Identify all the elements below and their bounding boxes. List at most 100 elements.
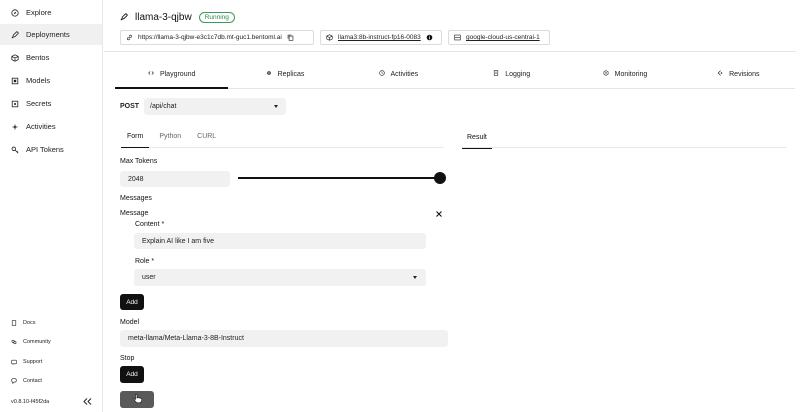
- tab-label: Playground: [159, 70, 196, 78]
- activity-icon: [11, 123, 19, 131]
- sidebar-item-secrets[interactable]: Secrets: [0, 93, 102, 114]
- tab-revisions[interactable]: Revisions: [682, 60, 795, 88]
- sidebar-item-explore[interactable]: Explore: [0, 2, 102, 23]
- subtab-form[interactable]: Form: [121, 126, 150, 148]
- replicas-icon: [266, 70, 272, 78]
- sidebar-item-models[interactable]: Models: [0, 70, 102, 91]
- role-label: Role *: [135, 258, 155, 265]
- footer-link-label: Community: [23, 339, 51, 345]
- sidebar-item-label: Secrets: [26, 99, 52, 108]
- footer-link-label: Contact: [23, 378, 42, 384]
- max-tokens-slider-thumb[interactable]: [434, 172, 446, 184]
- sidebar-item-label: Deployments: [26, 30, 70, 39]
- tab-label: Monitoring: [614, 70, 648, 78]
- version-label: v0.8.10-f45f2da: [11, 399, 50, 405]
- key-icon: [11, 146, 19, 154]
- tab-playground[interactable]: Playground: [115, 60, 229, 89]
- endpoint-url-chip[interactable]: https://llama-3-qjbw-e3c1c7db.mt-guc1.be…: [120, 30, 314, 45]
- tab-label: Revisions: [729, 70, 760, 78]
- double-chevron-left-icon: [82, 397, 92, 407]
- caret-down-icon: [274, 105, 278, 108]
- subtab-python[interactable]: Python: [153, 126, 187, 147]
- sidebar-item-label: Models: [26, 76, 51, 85]
- support-icon: [11, 359, 17, 365]
- sidebar-item-deployments[interactable]: Deployments: [0, 24, 102, 45]
- footer-link-support[interactable]: Support: [0, 355, 102, 369]
- rocket-icon: [120, 12, 128, 23]
- tab-monitoring[interactable]: Monitoring: [568, 60, 681, 88]
- deployment-header: llama-3-qjbw Running https://llama-3-qjb…: [104, 0, 796, 52]
- sidebar-item-activities[interactable]: Activities: [0, 116, 102, 137]
- tab-activities[interactable]: Activities: [342, 60, 455, 88]
- sidebar: Explore Deployments Bentos Models Secret…: [0, 0, 103, 412]
- add-stop-button[interactable]: Add: [120, 366, 144, 383]
- endpoint-url: https://llama-3-qjbw-e3c1c7db.mt-guc1.be…: [138, 34, 282, 41]
- cube-icon: [11, 77, 19, 85]
- bento-chip[interactable]: llama3:8b-instruct-fp16-0083: [320, 30, 442, 45]
- cursor-pointer-icon: [132, 393, 143, 406]
- role-select[interactable]: user: [134, 269, 426, 286]
- cluster-chip[interactable]: google-cloud-us-central-1: [448, 30, 550, 45]
- max-tokens-input[interactable]: 2048: [120, 171, 230, 187]
- max-tokens-slider-track[interactable]: [238, 177, 440, 179]
- title-row: llama-3-qjbw Running: [120, 12, 235, 23]
- role-select-value: user: [142, 274, 156, 281]
- model-label: Model: [120, 319, 140, 326]
- sidebar-item-label: Explore: [26, 8, 52, 17]
- caret-down-icon: [413, 276, 417, 279]
- result-tabs: Result: [462, 126, 786, 149]
- deployment-tabs: Playground Replicas Activities Logging M…: [115, 60, 795, 89]
- box-icon: [11, 53, 19, 62]
- messages-label: Messages: [120, 195, 152, 202]
- http-method: POST: [120, 103, 140, 110]
- footer-link-docs[interactable]: Docs: [0, 316, 102, 330]
- revisions-icon: [717, 70, 723, 78]
- content-label: Content *: [135, 221, 165, 228]
- contact-icon: [11, 378, 17, 384]
- page-title: llama-3-qjbw: [135, 12, 192, 23]
- remove-message-button[interactable]: [435, 210, 443, 218]
- bento-link[interactable]: llama3:8b-instruct-fp16-0083: [338, 34, 421, 41]
- logging-icon: [493, 70, 499, 78]
- subtab-curl[interactable]: CURL: [191, 126, 222, 147]
- request-format-tabs: Form Python CURL: [121, 126, 444, 148]
- sidebar-item-label: Activities: [26, 122, 56, 131]
- sidebar-item-label: API Tokens: [26, 145, 64, 154]
- sidebar-item-bentos[interactable]: Bentos: [0, 47, 102, 68]
- link-icon: [126, 34, 133, 41]
- sidebar-item-api-tokens[interactable]: API Tokens: [0, 139, 102, 160]
- monitoring-icon: [603, 70, 609, 78]
- subtab-result[interactable]: Result: [462, 126, 492, 149]
- endpoint-select-value: /api/chat: [150, 103, 177, 110]
- tab-logging[interactable]: Logging: [455, 60, 568, 88]
- box-icon: [326, 34, 333, 41]
- submit-button[interactable]: [120, 391, 154, 408]
- close-icon: [436, 209, 442, 219]
- footer-link-community[interactable]: Community: [0, 335, 102, 349]
- stop-label: Stop: [120, 355, 135, 362]
- copy-icon[interactable]: [287, 34, 294, 41]
- activity-icon: [378, 70, 385, 78]
- tab-replicas[interactable]: Replicas: [228, 60, 341, 88]
- sidebar-item-label: Bentos: [26, 53, 50, 62]
- cluster-link[interactable]: google-cloud-us-central-1: [466, 34, 540, 41]
- rocket-icon: [11, 30, 19, 39]
- docs-icon: [11, 320, 17, 326]
- content-input[interactable]: Explain AI like I am five: [134, 233, 426, 249]
- endpoint-select[interactable]: /api/chat: [144, 98, 286, 115]
- max-tokens-label: Max Tokens: [120, 158, 158, 165]
- footer-link-label: Docs: [23, 320, 36, 326]
- secret-icon: [11, 100, 19, 108]
- info-icon[interactable]: [426, 34, 433, 41]
- compass-icon: [11, 8, 19, 17]
- tab-label: Logging: [505, 70, 531, 78]
- community-icon: [11, 339, 17, 345]
- footer-link-contact[interactable]: Contact: [0, 374, 102, 388]
- status-badge: Running: [198, 12, 235, 23]
- code-icon: [148, 70, 154, 78]
- collapse-sidebar-button[interactable]: [82, 397, 92, 407]
- add-message-button[interactable]: Add: [120, 294, 144, 310]
- message-label: Message: [120, 210, 149, 217]
- model-input[interactable]: meta-llama/Meta-Llama-3-8B-Instruct: [120, 330, 448, 347]
- footer-link-label: Support: [23, 359, 43, 365]
